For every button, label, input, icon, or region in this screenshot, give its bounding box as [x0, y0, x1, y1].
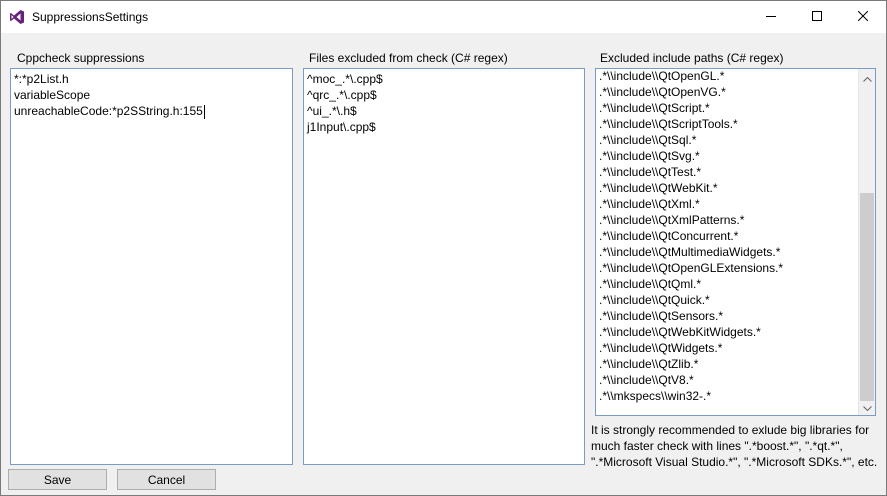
- text-caret: [203, 104, 205, 119]
- text-line: .*\\include\\QtScriptTools.*: [599, 117, 738, 131]
- text-line: j1Input\.cpp$: [307, 120, 376, 134]
- scroll-thumb[interactable]: [860, 193, 874, 401]
- text-line: variableScope: [14, 88, 91, 102]
- files-excluded-textbox[interactable]: ^moc_.*\.cpp$ ^qrc_.*\.cpp$ ^ui_.*\.h$ j1In…: [303, 68, 585, 465]
- include-paths-label: Excluded include paths (C# regex): [600, 51, 784, 65]
- text-line: .*\\include\\QtQuick.*: [599, 293, 710, 307]
- text-line: ^moc_.*\.cpp$: [307, 72, 383, 86]
- suppressions-settings-window: SuppressionsSettings Cppcheck suppressio…: [0, 0, 887, 496]
- cancel-button[interactable]: Cancel: [117, 469, 216, 490]
- title-bar[interactable]: SuppressionsSettings: [1, 1, 886, 33]
- text-line: .*\\include\\QtXml.*: [599, 197, 700, 211]
- text-line: .*\\include\\QtSql.*: [599, 133, 697, 147]
- text-line: .*\\include\\QtOpenGL.*: [599, 69, 725, 83]
- text-line: ^qrc_.*\.cpp$: [307, 88, 377, 102]
- scroll-up-button[interactable]: [859, 69, 875, 86]
- text-line: .*\\include\\QtSensors.*: [599, 309, 724, 323]
- chevron-up-icon: [862, 71, 872, 85]
- include-paths-scrollbar[interactable]: [858, 69, 875, 415]
- text-line: .*\\include\\QtWebKitWidgets.*: [599, 325, 761, 339]
- text-line: .*\\include\\QtV8.*: [599, 373, 694, 387]
- text-line: unreachableCode:*p2SString.h:155: [14, 104, 205, 119]
- text-line: .*\\include\\QtZlib.*: [599, 357, 699, 371]
- chevron-down-icon: [862, 400, 872, 414]
- text-line: .*\\include\\QtSvg.*: [599, 149, 700, 163]
- text-line: .*\\include\\QtOpenVG.*: [599, 85, 726, 99]
- close-icon: [857, 10, 869, 24]
- close-button[interactable]: [840, 1, 886, 33]
- note-line-3: ".*Microsoft Visual Studio.*", ".*Micros…: [591, 455, 878, 469]
- recommendation-note: It is strongly recommended to exlude big…: [591, 422, 883, 470]
- files-excluded-label: Files excluded from check (C# regex): [309, 51, 508, 65]
- minimize-button[interactable]: [748, 1, 794, 33]
- text-line: .*\\include\\QtWebKit.*: [599, 181, 718, 195]
- text-line: .*\\include\\QtTest.*: [599, 165, 702, 179]
- text-line: .*\\include\\QtOpenGLExtensions.*: [599, 261, 784, 275]
- suppressions-textbox[interactable]: *:*p2List.h variableScope unreachableCode:…: [10, 68, 293, 465]
- include-paths-textbox[interactable]: .*\\include\\QtOpenGL.* .*\\include\\QtOp…: [595, 68, 876, 416]
- visual-studio-icon: [9, 9, 25, 25]
- window-title: SuppressionsSettings: [32, 10, 149, 24]
- maximize-icon: [812, 10, 822, 24]
- text-line: .*\\include\\QtWidgets.*: [599, 341, 723, 355]
- text-line: .*\\mkspecs\\win32-.*: [599, 389, 712, 403]
- text-line: *:*p2List.h: [14, 72, 69, 86]
- suppressions-lines: *:*p2List.h variableScope unreachableCode:…: [14, 71, 205, 119]
- scroll-down-button[interactable]: [859, 398, 875, 415]
- save-button[interactable]: Save: [8, 469, 107, 490]
- text-line: .*\\include\\QtQml.*: [599, 277, 702, 291]
- suppressions-label: Cppcheck suppressions: [17, 51, 145, 65]
- maximize-button[interactable]: [794, 1, 840, 33]
- text-line: ^ui_.*\.h$: [307, 104, 357, 118]
- include-paths-lines: .*\\include\\QtOpenGL.* .*\\include\\QtOp…: [599, 69, 784, 404]
- note-line-2: much faster check with lines ".*boost.*"…: [591, 439, 843, 453]
- files-excluded-lines: ^moc_.*\.cpp$ ^qrc_.*\.cpp$ ^ui_.*\.h$ j1In…: [307, 71, 383, 135]
- text-line: .*\\include\\QtConcurrent.*: [599, 229, 739, 243]
- text-line: .*\\include\\QtXmlPatterns.*: [599, 213, 745, 227]
- text-line: .*\\include\\QtMultimediaWidgets.*: [599, 245, 781, 259]
- minimize-icon: [766, 10, 776, 24]
- text-line: .*\\include\\QtScript.*: [599, 101, 710, 115]
- note-line-1: It is strongly recommended to exlude big…: [591, 423, 870, 437]
